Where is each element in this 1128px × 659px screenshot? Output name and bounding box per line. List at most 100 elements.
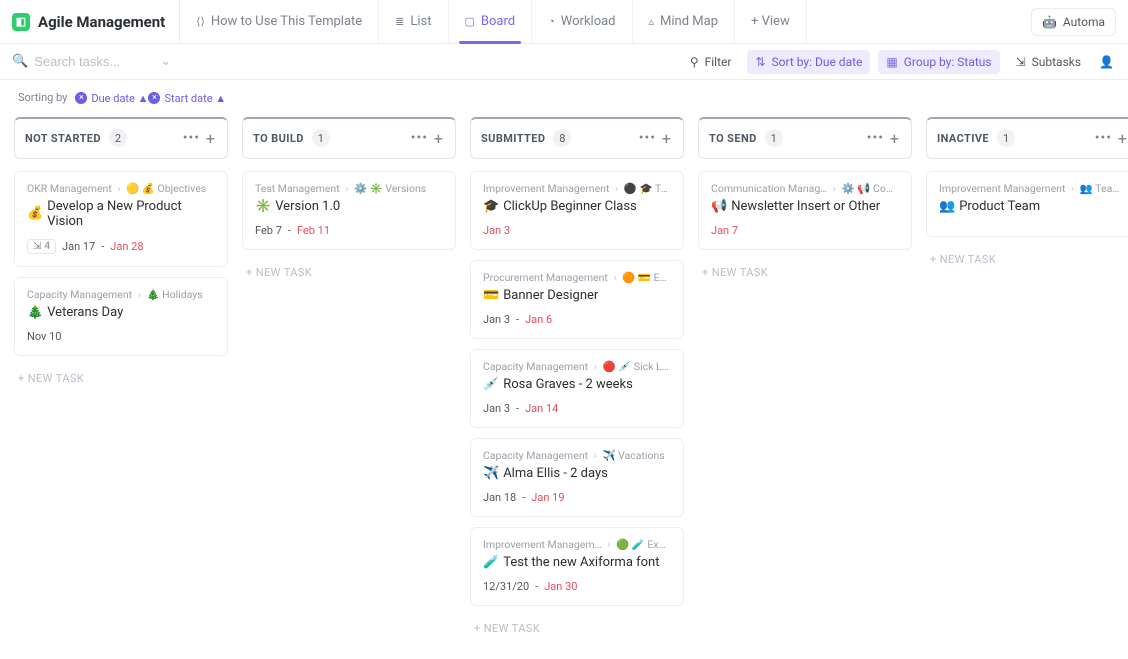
path-child: Expenses (654, 271, 671, 284)
view-tab-workload[interactable]: ◔Workload (532, 0, 632, 43)
view-tab-board[interactable]: ▢ Board (449, 0, 533, 43)
column-header[interactable]: TO SEND 1 ••• + (698, 117, 912, 159)
task-card[interactable]: OKR Management › 🟡 💰 Objectives 💰 Develo… (14, 171, 228, 267)
card-breadcrumb[interactable]: Communication Manag… › ⚙️ 📢 Communica… (711, 182, 899, 195)
task-card[interactable]: Communication Manag… › ⚙️ 📢 Communica… 📢… (698, 171, 912, 250)
sort-button[interactable]: ⇅ Sort by: Due date (747, 50, 870, 74)
assignee-button[interactable]: 👤 (1097, 50, 1116, 74)
path-child: Sick Leave (634, 360, 671, 373)
card-emoji-icon: ✳️ (255, 199, 271, 214)
column-menu-icon[interactable]: ••• (407, 130, 432, 146)
start-date: Jan 7 (711, 224, 738, 237)
subtasks-icon: ⇲ (1016, 55, 1026, 69)
card-breadcrumb[interactable]: Test Management › ⚙️ ✳️ Versions (255, 182, 443, 195)
subtask-badge[interactable]: ⇲4 (27, 239, 56, 254)
card-title: 🧪 Test the new Axiforma font (483, 555, 671, 570)
card-meta: Jan 3-Jan 14 (483, 402, 671, 415)
card-meta: Jan 18-Jan 19 (483, 491, 671, 504)
card-breadcrumb[interactable]: Improvement Management › ⚫ 🎓 Trainings (483, 182, 671, 195)
path-icons: 👥 (1080, 182, 1093, 195)
new-task-button[interactable]: + NEW TASK (926, 247, 1128, 266)
subtasks-button[interactable]: ⇲ Subtasks (1008, 50, 1089, 74)
path-parent: Communication Manag… (711, 182, 827, 195)
chevron-down-icon[interactable]: ⌄ (160, 54, 171, 69)
view-label: Board (481, 14, 515, 29)
card-breadcrumb[interactable]: Improvement Managem… › 🟢 🧪 Experime… (483, 538, 671, 551)
task-card[interactable]: Capacity Management › 🎄 Holidays 🎄 Veter… (14, 277, 228, 356)
view-icon: ▢ (465, 15, 475, 28)
card-title: 🎓 ClickUp Beginner Class (483, 199, 671, 214)
card-meta: ⇲4Jan 17-Jan 28 (27, 239, 215, 254)
task-search[interactable]: 🔍 ⌄ (12, 54, 192, 69)
view-tab-how-to-use-this-template[interactable]: ⟨⟩How to Use This Template (180, 0, 379, 43)
chevron-right-icon: › (613, 271, 616, 284)
column-add-icon[interactable]: + (888, 129, 901, 148)
add-view-button[interactable]: + View (735, 0, 807, 43)
remove-sort-icon[interactable]: × (148, 92, 160, 104)
new-task-button[interactable]: + NEW TASK (242, 260, 456, 279)
column-header[interactable]: INACTIVE 1 ••• + (926, 117, 1128, 159)
card-breadcrumb[interactable]: OKR Management › 🟡 💰 Objectives (27, 182, 215, 195)
task-card[interactable]: Capacity Management › 🔴 💉 Sick Leave 💉 R… (470, 349, 684, 428)
column-add-icon[interactable]: + (432, 129, 445, 148)
task-card[interactable]: Improvement Management › 👥 Team Status 👥… (926, 171, 1128, 237)
path-child: Objectives (158, 182, 207, 195)
task-card[interactable]: Improvement Management › ⚫ 🎓 Trainings 🎓… (470, 171, 684, 250)
path-parent: OKR Management (27, 182, 112, 195)
chevron-right-icon: › (345, 182, 348, 195)
group-icon: ▦ (886, 55, 897, 69)
group-button[interactable]: ▦ Group by: Status (878, 50, 999, 74)
sort-chip[interactable]: ×Start date ▲ (148, 92, 226, 105)
filter-button[interactable]: ⚲ Filter (682, 50, 740, 74)
date-sep: - (522, 491, 525, 504)
start-date: Jan 3 (483, 402, 510, 415)
task-card[interactable]: Capacity Management › ✈️ Vacations ✈️ Al… (470, 438, 684, 517)
remove-sort-icon[interactable]: × (75, 92, 87, 104)
new-task-button[interactable]: + NEW TASK (14, 366, 228, 385)
column-menu-icon[interactable]: ••• (1091, 130, 1116, 146)
card-title-text: Newsletter Insert or Other (731, 199, 880, 214)
column-menu-icon[interactable]: ••• (863, 130, 888, 146)
card-title-text: Alma Ellis - 2 days (503, 466, 608, 481)
column-add-icon[interactable]: + (660, 129, 673, 148)
new-task-button[interactable]: + NEW TASK (470, 616, 684, 635)
view-icon: ⟨⟩ (196, 15, 205, 28)
chevron-right-icon: › (594, 449, 597, 462)
card-breadcrumb[interactable]: Improvement Management › 👥 Team Status (939, 182, 1127, 195)
column-title: INACTIVE (937, 132, 989, 145)
card-title-text: Product Team (959, 199, 1040, 214)
card-breadcrumb[interactable]: Procurement Management › 🟠 💳 Expenses (483, 271, 671, 284)
sort-chip[interactable]: ×Due date ▲ (75, 92, 148, 105)
column-add-icon[interactable]: + (204, 129, 217, 148)
column-header[interactable]: NOT STARTED 2 ••• + (14, 117, 228, 159)
space-icon: ◧ (12, 13, 30, 31)
new-task-button[interactable]: + NEW TASK (698, 260, 912, 279)
card-breadcrumb[interactable]: Capacity Management › ✈️ Vacations (483, 449, 671, 462)
search-input[interactable] (34, 54, 154, 69)
card-breadcrumb[interactable]: Capacity Management › 🎄 Holidays (27, 288, 215, 301)
sorting-row: Sorting by ×Due date ▲×Start date ▲ (0, 80, 1128, 111)
column-menu-icon[interactable]: ••• (179, 130, 204, 146)
column-menu-icon[interactable]: ••• (635, 130, 660, 146)
column-header[interactable]: SUBMITTED 8 ••• + (470, 117, 684, 159)
automations-button[interactable]: 🤖 Automa (1031, 8, 1116, 36)
date-sep: - (535, 580, 538, 593)
start-date: Jan 17 (62, 240, 95, 253)
task-card[interactable]: Procurement Management › 🟠 💳 Expenses 💳 … (470, 260, 684, 339)
due-date: Jan 28 (110, 240, 143, 253)
column-header[interactable]: TO BUILD 1 ••• + (242, 117, 456, 159)
view-tab-mind-map[interactable]: ▵Mind Map (633, 0, 736, 43)
task-card[interactable]: Test Management › ⚙️ ✳️ Versions ✳️ Vers… (242, 171, 456, 250)
space-title[interactable]: ◧ Agile Management (12, 0, 180, 43)
card-emoji-icon: 📢 (711, 199, 727, 214)
sort-label: Sort by: Due date (772, 55, 863, 69)
column-count: 8 (553, 129, 571, 147)
task-card[interactable]: Improvement Managem… › 🟢 🧪 Experime… 🧪 T… (470, 527, 684, 606)
column-add-icon[interactable]: + (1116, 129, 1128, 148)
card-title: 💉 Rosa Graves - 2 weeks (483, 377, 671, 392)
card-emoji-icon: ✈️ (483, 466, 499, 481)
date-sep: - (516, 402, 519, 415)
card-breadcrumb[interactable]: Capacity Management › 🔴 💉 Sick Leave (483, 360, 671, 373)
view-tab-list[interactable]: ≣List (379, 0, 448, 43)
path-parent: Procurement Management (483, 271, 608, 284)
